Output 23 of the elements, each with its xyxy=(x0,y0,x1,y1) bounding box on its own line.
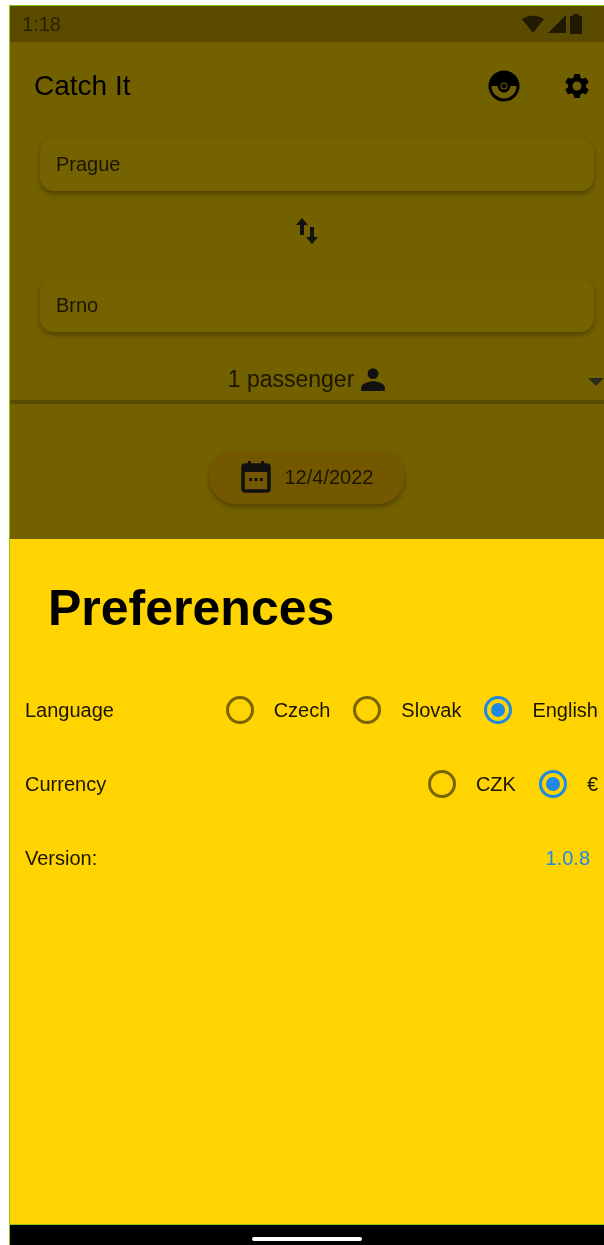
version-label: Version: xyxy=(25,846,99,870)
radio-option[interactable]: English xyxy=(484,696,598,724)
home-handle[interactable] xyxy=(252,1237,362,1241)
radio-option[interactable]: Slovak xyxy=(353,696,462,724)
version-number: 1.0.8 xyxy=(545,846,590,870)
person-icon xyxy=(360,366,387,392)
battery-icon xyxy=(570,14,582,34)
setting-label: Language xyxy=(25,698,115,722)
setting-label: Currency xyxy=(25,772,108,796)
radio-option[interactable]: Czech xyxy=(225,696,331,724)
ball-button[interactable] xyxy=(488,70,520,102)
radio-option[interactable]: CZK xyxy=(427,770,516,798)
signal-icon xyxy=(548,15,566,33)
settings-icon xyxy=(562,71,592,101)
ball-icon xyxy=(488,70,520,102)
caret-icon xyxy=(588,378,604,386)
wifi-icon xyxy=(522,15,544,33)
app-title: Catch It xyxy=(34,70,132,102)
calendar-icon xyxy=(240,461,271,493)
swap-icon xyxy=(296,218,318,244)
settings-button[interactable] xyxy=(562,71,592,101)
radio-option[interactable]: € xyxy=(538,770,598,798)
sheet-title: Preferences xyxy=(48,579,336,637)
